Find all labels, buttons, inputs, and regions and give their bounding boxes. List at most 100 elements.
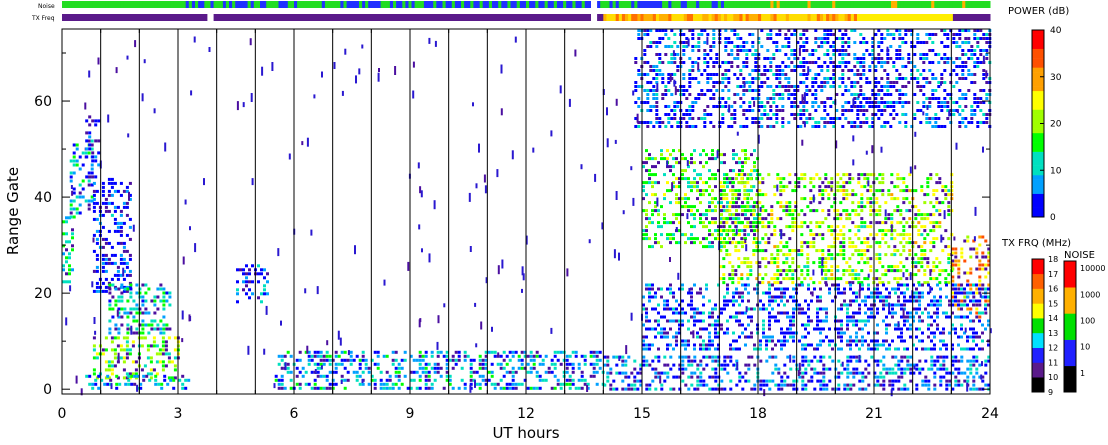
echo-cell: [826, 65, 830, 68]
echo-cell: [571, 382, 575, 386]
echo-cell: [866, 249, 870, 253]
echo-cell: [937, 53, 941, 56]
echo-cell: [766, 97, 770, 100]
echo-cell: [709, 77, 713, 80]
echo-cell: [939, 379, 943, 383]
txfreq-bar-segment: [739, 14, 743, 21]
echo-cell: [934, 77, 938, 80]
echo-cell: [947, 261, 951, 265]
echo-cell: [865, 121, 869, 124]
echo-cell: [733, 113, 737, 116]
echo-cell: [723, 387, 727, 391]
echo-cell: [745, 41, 749, 44]
echo-cell: [893, 197, 897, 201]
echo-cell: [844, 89, 848, 92]
echo-cell: [687, 359, 691, 363]
echo-cell: [711, 197, 714, 201]
echo-cell: [110, 348, 114, 352]
echo-cell: [248, 288, 251, 292]
echo-cell: [935, 265, 939, 269]
echo-cell: [652, 65, 656, 68]
echo-cell: [451, 358, 455, 362]
echo-cell: [935, 189, 939, 193]
echo-cell: [184, 378, 188, 382]
echo-cell: [897, 367, 901, 371]
echo-cell: [891, 367, 895, 371]
echo-cell: [559, 382, 563, 386]
echo-cell: [346, 378, 350, 382]
echo-cell: [751, 109, 755, 112]
noise-bar-segment: [232, 1, 236, 8]
echo-cell: [529, 386, 533, 390]
echo-cell: [923, 269, 927, 273]
echo-cell: [905, 277, 909, 281]
echo-cell: [888, 371, 892, 375]
echo-cell: [821, 237, 825, 241]
echo-cell: [736, 45, 740, 48]
echo-cell: [110, 261, 114, 265]
noise-bar-segment: [841, 1, 846, 8]
echo-cell: [646, 121, 650, 124]
echo-cell: [730, 113, 734, 116]
echo-cell: [869, 221, 873, 225]
echo-cell: [116, 269, 120, 273]
echo-cell: [793, 53, 797, 56]
echo-cell: [791, 229, 795, 233]
txfreq-bar-segment: [792, 14, 796, 21]
echo-cell: [153, 295, 157, 299]
echo-cell: [696, 173, 699, 177]
txfreq-bar-segment: [179, 14, 184, 21]
echo-cell: [761, 277, 765, 281]
echo-cell: [737, 281, 741, 285]
echo-cell: [283, 386, 287, 390]
echo-cell: [892, 65, 896, 68]
echo-cell: [875, 213, 879, 217]
echo-cell: [721, 121, 725, 124]
echo-cell: [798, 375, 802, 379]
echo-cell: [349, 354, 353, 358]
echo-cell: [454, 358, 458, 362]
echo-cell: [637, 85, 641, 88]
echo-cell: [316, 370, 320, 374]
echo-cell: [776, 273, 780, 277]
echo-cell: [890, 269, 894, 273]
echo-cell: [748, 73, 752, 76]
echo-cell: [107, 177, 111, 181]
echo-cell: [785, 209, 789, 213]
echo-cell: [743, 261, 747, 265]
echo-cell: [103, 382, 107, 386]
echo-cell: [696, 209, 699, 213]
echo-cell: [120, 283, 124, 287]
echo-cell: [451, 366, 455, 370]
echo-cell: [72, 191, 76, 195]
echo-cell: [886, 105, 890, 108]
echo-cell: [830, 269, 834, 273]
echo-cell: [181, 382, 185, 386]
echo-cell: [753, 169, 756, 173]
echo-cell: [861, 387, 865, 391]
echo-cell: [766, 33, 770, 36]
echo-cell: [752, 185, 756, 189]
echo-cell: [788, 181, 792, 185]
txfreq-bar-segment: [142, 14, 146, 21]
echo-cell: [877, 57, 881, 60]
echo-cell: [862, 53, 866, 56]
echo-cell: [793, 57, 797, 60]
echo-cell: [855, 359, 859, 363]
echo-cell: [685, 113, 689, 116]
echo-cell: [655, 105, 659, 108]
echo-cell: [373, 350, 377, 354]
echo-cell: [791, 277, 795, 281]
echo-cell: [68, 256, 71, 260]
echo-cell: [667, 113, 671, 116]
echo-cell: [113, 273, 117, 277]
echo-cell: [862, 69, 866, 72]
txfreq-bar-segment: [377, 14, 382, 21]
echo-cell: [866, 241, 870, 245]
echo-cell: [839, 189, 843, 193]
noise-bar-segment: [801, 1, 805, 8]
echo-cell: [869, 185, 873, 189]
echo-cell: [778, 49, 782, 52]
echo-cell: [852, 375, 856, 379]
echo-cell: [645, 161, 648, 165]
